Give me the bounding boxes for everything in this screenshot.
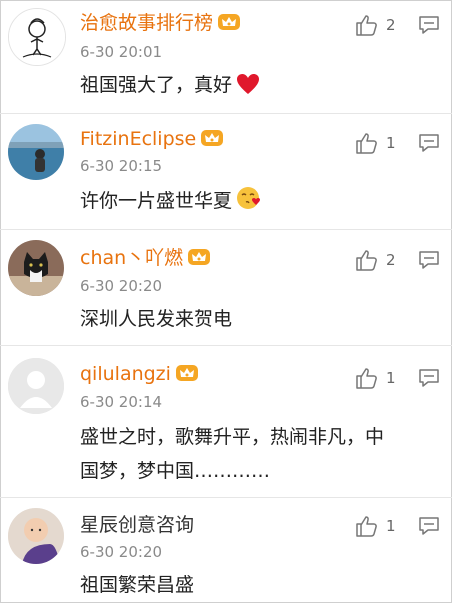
heart-emoji-icon [237, 74, 260, 94]
reply-icon[interactable] [418, 132, 440, 154]
like-count: 2 [386, 16, 396, 34]
comment-text: 祖国繁荣昌盛 [80, 574, 195, 596]
reply-icon[interactable] [418, 515, 440, 537]
baby-avatar-image [8, 508, 64, 564]
like-count: 1 [386, 134, 396, 152]
username-text[interactable]: FitzinEclipse [80, 128, 196, 150]
comment-time: 6-30 20:20 [80, 543, 163, 561]
username[interactable]: 星辰创意咨询 [80, 513, 194, 537]
like-icon[interactable] [355, 13, 379, 37]
username-text[interactable]: 星辰创意咨询 [80, 514, 194, 536]
username-text[interactable]: chan丶吖燃 [80, 247, 183, 269]
comment-text-content: 祖国强大了，真好 [80, 74, 233, 96]
like-icon[interactable] [355, 514, 379, 538]
username-text[interactable]: qilulangzi [80, 363, 171, 385]
reply-icon[interactable] [418, 14, 440, 36]
vip-crown-icon [175, 365, 198, 381]
divider [0, 345, 452, 346]
comment-text-content: 许你一片盛世华夏 [80, 190, 233, 212]
avatar[interactable] [8, 240, 64, 296]
avatar[interactable] [8, 8, 66, 66]
avatar[interactable] [8, 358, 64, 414]
username[interactable]: 治愈故事排行榜 [80, 11, 241, 35]
avatar[interactable] [8, 508, 64, 564]
reply-icon[interactable] [418, 367, 440, 389]
lake-avatar-image [8, 124, 64, 180]
divider [0, 229, 452, 230]
sketch-avatar-image [9, 9, 65, 65]
like-count: 2 [386, 251, 396, 269]
vip-crown-icon [218, 14, 241, 30]
username-text[interactable]: 治愈故事排行榜 [80, 12, 213, 34]
comment-text: 许你一片盛世华夏 [80, 184, 440, 218]
like-icon[interactable] [355, 248, 379, 272]
comment-text: 盛世之时，歌舞升平，热闹非凡，中 国梦，梦中国………… [80, 420, 440, 488]
vip-crown-icon [188, 249, 211, 265]
comment-text-line: 盛世之时，歌舞升平，热闹非凡，中 [80, 426, 385, 448]
comment-time: 6-30 20:14 [80, 393, 163, 411]
like-icon[interactable] [355, 366, 379, 390]
like-count: 1 [386, 369, 396, 387]
username[interactable]: qilulangzi [80, 362, 199, 386]
cat-avatar-image [8, 240, 64, 296]
username[interactable]: FitzinEclipse [80, 127, 224, 151]
comment-time: 6-30 20:15 [80, 157, 163, 175]
avatar[interactable] [8, 124, 64, 180]
vip-crown-icon [201, 130, 224, 146]
reply-icon[interactable] [418, 249, 440, 271]
comment-time: 6-30 20:20 [80, 277, 163, 295]
comment-text-line: 国梦，梦中国………… [80, 460, 271, 482]
divider [0, 113, 452, 114]
comment-text: 深圳人民发来贺电 [80, 308, 233, 330]
kiss-emoji-icon [237, 187, 261, 209]
comment-text: 祖国强大了，真好 [80, 68, 440, 102]
like-icon[interactable] [355, 131, 379, 155]
default-avatar-icon [8, 358, 64, 414]
username[interactable]: chan丶吖燃 [80, 246, 211, 270]
divider [0, 497, 452, 498]
comment-time: 6-30 20:01 [80, 43, 163, 61]
like-count: 1 [386, 517, 396, 535]
